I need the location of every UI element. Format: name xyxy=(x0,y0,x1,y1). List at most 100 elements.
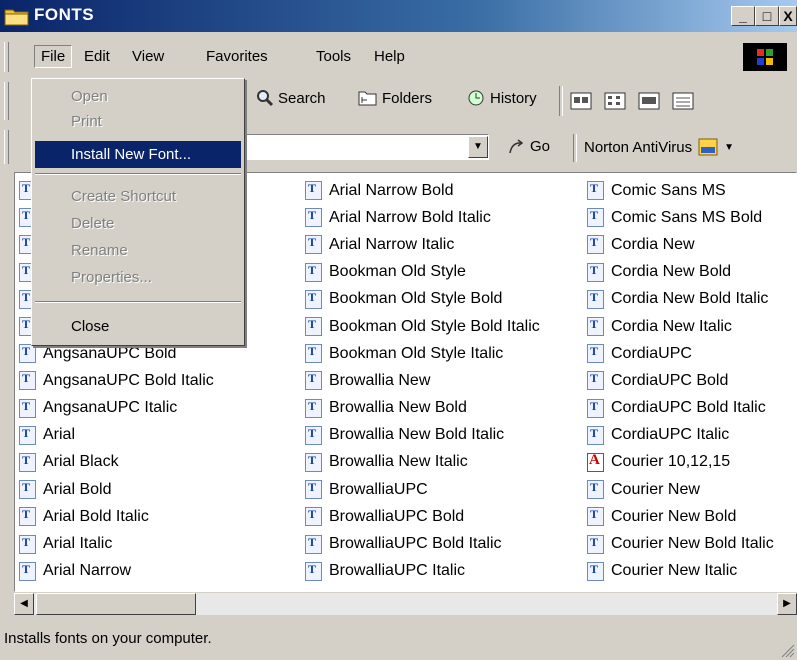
font-list-item[interactable]: AngsanaUPC Italic xyxy=(19,395,214,422)
truetype-font-icon xyxy=(19,534,36,554)
truetype-font-icon xyxy=(19,480,36,500)
font-list-item[interactable]: Cordia New Italic xyxy=(587,313,774,340)
font-list-item[interactable]: Arial Narrow Bold Italic xyxy=(305,204,540,231)
menu-favorites[interactable]: Favorites xyxy=(206,48,268,65)
font-list-item[interactable]: Arial Black xyxy=(19,449,214,476)
menu-tools[interactable]: Tools xyxy=(316,48,351,65)
font-list-item[interactable]: Courier New Bold Italic xyxy=(587,530,774,557)
list-view-icon[interactable] xyxy=(638,92,660,110)
scroll-right-button[interactable]: ▶ xyxy=(777,593,797,615)
search-button[interactable]: Search xyxy=(256,89,326,107)
history-button[interactable]: History xyxy=(466,89,537,107)
large-icons-view-icon[interactable] xyxy=(570,92,592,110)
title-bar[interactable]: FONTS _ □ X xyxy=(0,0,797,32)
font-list-item[interactable]: Arial Narrow Bold xyxy=(305,177,540,204)
font-list-item[interactable]: Comic Sans MS Bold xyxy=(587,204,774,231)
folders-button[interactable]: Folders xyxy=(358,89,432,107)
font-name: Courier New Bold xyxy=(611,507,737,525)
font-list-item[interactable]: Cordia New xyxy=(587,231,774,258)
font-list-item[interactable]: CordiaUPC xyxy=(587,340,774,367)
norton-antivirus-button[interactable]: Norton AntiVirus ▼ xyxy=(584,138,734,156)
norton-label: Norton AntiVirus xyxy=(584,138,693,156)
font-list-item[interactable]: Bookman Old Style xyxy=(305,259,540,286)
addressbar-grip[interactable] xyxy=(4,130,9,164)
menu-edit[interactable]: Edit xyxy=(84,48,110,65)
font-list-item[interactable]: Courier New Bold xyxy=(587,503,774,530)
norton-dropdown-icon[interactable]: ▼ xyxy=(724,142,734,153)
go-button[interactable]: Go xyxy=(508,138,550,155)
font-name: Arial Italic xyxy=(43,535,113,553)
font-list-item[interactable]: Arial Bold xyxy=(19,476,214,503)
font-list-item[interactable]: Arial Narrow xyxy=(19,558,214,585)
font-name: Arial Bold xyxy=(43,480,112,498)
scroll-left-button[interactable]: ◀ xyxy=(14,593,34,615)
truetype-font-icon xyxy=(305,452,322,472)
minimize-button[interactable]: _ xyxy=(731,6,755,26)
font-list-item[interactable]: Arial Italic xyxy=(19,530,214,557)
details-view-icon[interactable] xyxy=(672,92,694,110)
font-list-item[interactable]: CordiaUPC Italic xyxy=(587,422,774,449)
font-name: Browallia New Bold xyxy=(329,399,467,417)
maximize-button[interactable]: □ xyxy=(755,6,779,26)
font-name: BrowalliaUPC Italic xyxy=(329,562,466,580)
horizontal-scrollbar[interactable]: ◀ ▶ xyxy=(14,593,797,615)
close-button[interactable]: X xyxy=(779,6,797,26)
font-list-item[interactable]: Browallia New Italic xyxy=(305,449,540,476)
font-list-item[interactable]: Browallia New Bold Italic xyxy=(305,422,540,449)
windows-logo-icon xyxy=(743,43,787,71)
resize-grip-icon[interactable] xyxy=(781,644,795,658)
font-list-item[interactable]: BrowalliaUPC Bold Italic xyxy=(305,530,540,557)
font-list-item[interactable]: Arial Narrow Italic xyxy=(305,231,540,258)
menu-properties[interactable]: Properties... xyxy=(35,264,241,291)
menu-close[interactable]: Close xyxy=(35,313,241,340)
font-list-item[interactable]: Comic Sans MS xyxy=(587,177,774,204)
font-list-item[interactable]: BrowalliaUPC xyxy=(305,476,540,503)
font-list-item[interactable]: BrowalliaUPC Italic xyxy=(305,558,540,585)
font-list-item[interactable]: CordiaUPC Bold xyxy=(587,367,774,394)
font-column-3: Comic Sans MS Comic Sans MS Bold Cordia Ne… xyxy=(587,177,774,585)
menu-view[interactable]: View xyxy=(132,48,164,65)
menu-help[interactable]: Help xyxy=(374,48,405,65)
font-list-item[interactable]: Arial xyxy=(19,422,214,449)
small-icons-view-icon[interactable] xyxy=(604,92,626,110)
font-list-item[interactable]: Bookman Old Style Bold xyxy=(305,286,540,313)
truetype-font-icon xyxy=(19,561,36,581)
font-list-item[interactable]: Bookman Old Style Bold Italic xyxy=(305,313,540,340)
font-list-item[interactable]: Browallia New xyxy=(305,367,540,394)
menu-open[interactable]: Open xyxy=(35,83,241,110)
truetype-font-icon xyxy=(305,507,322,527)
font-name: Browallia New Italic xyxy=(329,453,468,471)
font-list-item[interactable]: Courier New Italic xyxy=(587,558,774,585)
font-list-item[interactable]: Arial Bold Italic xyxy=(19,503,214,530)
font-list-item[interactable]: CordiaUPC Bold Italic xyxy=(587,395,774,422)
font-list-item[interactable]: Bookman Old Style Italic xyxy=(305,340,540,367)
truetype-font-icon xyxy=(305,480,322,500)
menu-print[interactable]: Print xyxy=(35,108,241,135)
menu-install-new-font[interactable]: Install New Font... xyxy=(35,141,241,168)
font-name: BrowalliaUPC xyxy=(329,480,428,498)
font-list-item[interactable]: Courier 10,12,15 xyxy=(587,449,774,476)
menu-file[interactable]: File xyxy=(34,45,73,68)
font-name: BrowalliaUPC Bold Italic xyxy=(329,535,502,553)
font-name: Arial Narrow Bold xyxy=(329,181,454,199)
font-list-item[interactable]: AngsanaUPC Bold Italic xyxy=(19,367,214,394)
font-list-item[interactable]: Cordia New Bold Italic xyxy=(587,286,774,313)
font-list-item[interactable]: Browallia New Bold xyxy=(305,395,540,422)
menu-create-shortcut[interactable]: Create Shortcut xyxy=(35,183,241,210)
address-input[interactable]: ▼ xyxy=(245,134,489,160)
folders-icon xyxy=(358,91,377,106)
font-list-item[interactable]: BrowalliaUPC Bold xyxy=(305,503,540,530)
toolbar-grip[interactable] xyxy=(4,82,9,120)
file-menu-dropdown: Open Print Install New Font... Create Sh… xyxy=(31,78,245,346)
font-list-item[interactable]: Courier New xyxy=(587,476,774,503)
menu-rename[interactable]: Rename xyxy=(35,237,241,264)
menu-delete[interactable]: Delete xyxy=(35,210,241,237)
menubar-grip[interactable] xyxy=(4,42,9,72)
scroll-thumb[interactable] xyxy=(36,593,196,615)
truetype-font-icon xyxy=(305,561,322,581)
font-list-item[interactable]: Cordia New Bold xyxy=(587,259,774,286)
truetype-font-icon xyxy=(587,398,604,418)
menu-separator xyxy=(35,301,241,303)
font-name: Arial Bold Italic xyxy=(43,507,149,525)
address-dropdown-button[interactable]: ▼ xyxy=(468,136,488,158)
